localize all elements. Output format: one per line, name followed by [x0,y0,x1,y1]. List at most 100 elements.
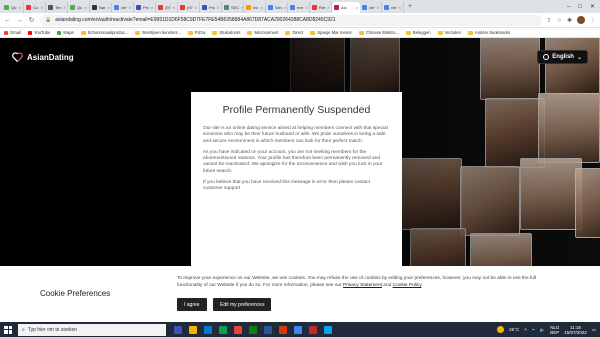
tab-close-icon[interactable]: × [284,5,286,10]
tab-favicon-icon [48,5,53,10]
back-icon[interactable]: ← [4,17,11,24]
browser-tab[interactable]: SEC × [222,2,244,13]
minimize-icon[interactable]: – [567,4,570,10]
tab-close-icon[interactable]: × [107,5,109,10]
browser-tab[interactable]: Nar × [90,2,112,13]
extensions-icon[interactable]: ✱ [567,17,572,24]
tab-close-icon[interactable]: × [85,5,87,10]
browser-tab[interactable]: (97 × [178,2,200,13]
taskbar-app-icon[interactable] [249,325,257,334]
menu-icon[interactable]: ⋮ [590,17,596,24]
bookmark-item[interactable]: Bestrijven kunstvrs... [135,30,181,35]
bookmark-item[interactable]: Schoonmaakproduc... [80,30,128,35]
taskbar-app-icon[interactable] [234,325,242,334]
browser-tab[interactable]: Ten × [46,2,68,13]
taskbar-app-icon[interactable] [309,325,317,334]
tab-close-icon[interactable]: × [129,5,131,10]
taskbar-app-icon[interactable] [219,325,227,334]
bookmark-item[interactable]: Maps [57,30,74,35]
reload-icon[interactable]: ↻ [28,16,35,24]
browser-tab[interactable]: eve × [288,2,310,13]
star-icon[interactable]: ☆ [557,17,562,24]
address-bar: ← → ↻ 🔒 asiandating.com/en/auth/reactiva… [0,13,600,28]
profile-avatar[interactable] [577,16,585,24]
tab-close-icon[interactable]: × [217,5,219,10]
tab-close-icon[interactable]: × [399,5,401,10]
bookmark-item[interactable]: Andere bookmarks [467,30,510,35]
windows-start-icon[interactable] [4,325,12,334]
clock[interactable]: 11:18 15/07/2022 [564,325,587,335]
new-tab-icon[interactable]: + [408,3,412,10]
browser-tab[interactable]: ver × [360,2,382,13]
bookmark-item[interactable]: Microcement [247,30,278,35]
taskbar-app-icon[interactable] [294,325,302,334]
language-label: English [552,54,574,60]
browser-tab[interactable]: Prc × [200,2,222,13]
bookmark-item[interactable]: Beleggen [405,30,431,35]
edit-preferences-button[interactable]: Edit my preferences [213,298,272,311]
tab-close-icon[interactable]: × [151,5,153,10]
taskbar-app-icon[interactable] [189,325,197,334]
taskbar-app-icon[interactable] [174,325,182,334]
tab-close-icon[interactable]: × [377,5,379,10]
bookmark-item[interactable]: Verzalen [437,30,461,35]
notification-icon[interactable]: ▭ [592,327,596,333]
browser-tab[interactable]: Gev × [266,2,288,13]
weather-icon[interactable] [497,326,505,333]
network-icon[interactable]: ⌁ [532,327,535,333]
tab-close-icon[interactable]: × [261,5,263,10]
taskbar-app-icon[interactable] [279,325,287,334]
lock-icon[interactable]: 🔒 [45,17,51,23]
bookmark-item[interactable]: Gmail [4,30,21,35]
browser-tab[interactable]: Qu × [2,2,24,13]
tab-close-icon[interactable]: × [19,5,21,10]
browser-tab[interactable]: Qu × [68,2,90,13]
browser-tab[interactable]: Asi × [332,2,360,13]
tab-close-icon[interactable]: × [356,5,358,10]
input-language[interactable]: NLD BEP [550,325,559,335]
browser-tab[interactable]: Prc × [134,2,156,13]
taskbar-app-icon[interactable] [324,325,332,334]
site-logo[interactable]: AsianDating [12,52,74,62]
taskbar-app-icon[interactable] [204,325,212,334]
browser-tab[interactable]: (97 × [156,2,178,13]
tab-close-icon[interactable]: × [305,5,307,10]
tab-label: Prc [143,5,149,10]
tab-close-icon[interactable]: × [195,5,197,10]
folder-icon [467,30,473,35]
privacy-statement-link[interactable]: Privacy Statement [343,283,382,288]
bookmark-item[interactable]: Stukadoors [212,30,240,35]
bookmark-item[interactable]: Pizza [188,30,205,35]
weather-temp[interactable]: 25°C [509,327,519,332]
url-field[interactable]: 🔒 asiandating.com/en/auth/reactivate?ema… [40,14,542,26]
tab-favicon-icon [268,5,273,10]
browser-tab[interactable]: ver × [112,2,134,13]
browser-tab[interactable]: Inc × [244,2,266,13]
browser-tab[interactable]: Ret × [310,2,332,13]
maximize-icon[interactable]: □ [578,4,582,10]
bookmark-item[interactable]: Direct [285,30,303,35]
bookmark-item[interactable]: Spanje Mar menor [310,30,352,35]
bookmark-item[interactable]: Chinese Elektro... [358,30,399,35]
tab-close-icon[interactable]: × [41,5,43,10]
share-icon[interactable]: ⇪ [547,17,552,24]
cookie-text-part: and [381,283,393,288]
tab-favicon-icon [202,5,207,10]
close-window-icon[interactable]: ✕ [590,3,595,10]
tab-close-icon[interactable]: × [63,5,65,10]
taskbar-app-icon[interactable] [264,325,272,334]
tab-close-icon[interactable]: × [327,5,329,10]
agree-button[interactable]: I agree [177,298,207,311]
forward-icon[interactable]: → [16,17,23,24]
browser-tab[interactable]: ver × [382,2,404,13]
search-icon: ⌕ [22,326,25,333]
tab-close-icon[interactable]: × [173,5,175,10]
cookie-policy-link[interactable]: Cookie Policy [393,283,422,288]
chevron-up-icon[interactable]: ˄ [524,327,527,332]
volume-icon[interactable]: 🔈 [540,327,546,333]
bookmark-item[interactable]: YouTube [27,30,50,35]
taskbar-search[interactable]: ⌕ Typ hier om te zoeken [18,323,166,336]
language-selector[interactable]: English ⌄ [537,50,588,64]
folder-icon [437,30,443,35]
browser-tab[interactable]: Co × [24,2,46,13]
